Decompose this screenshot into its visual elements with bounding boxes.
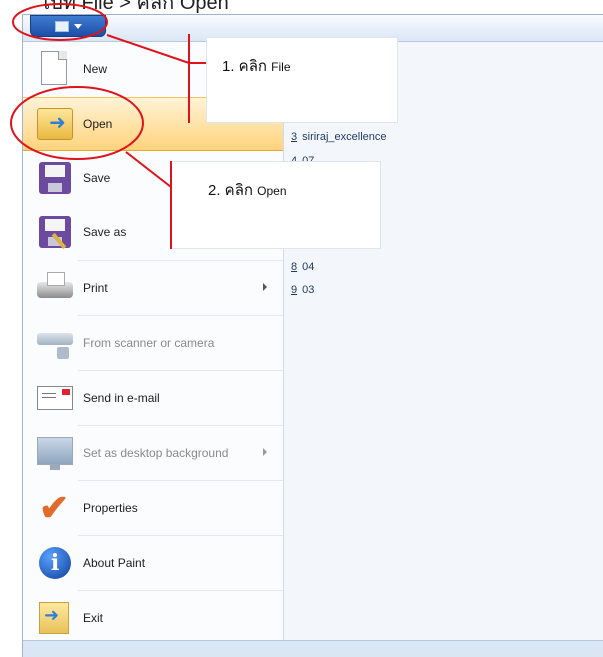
highlight-file-button <box>12 3 108 41</box>
pointer-line-step1 <box>106 34 206 64</box>
highlight-open-item <box>10 86 144 160</box>
pointer-line-step2 <box>125 151 172 188</box>
annotation-overlay <box>10 3 206 249</box>
